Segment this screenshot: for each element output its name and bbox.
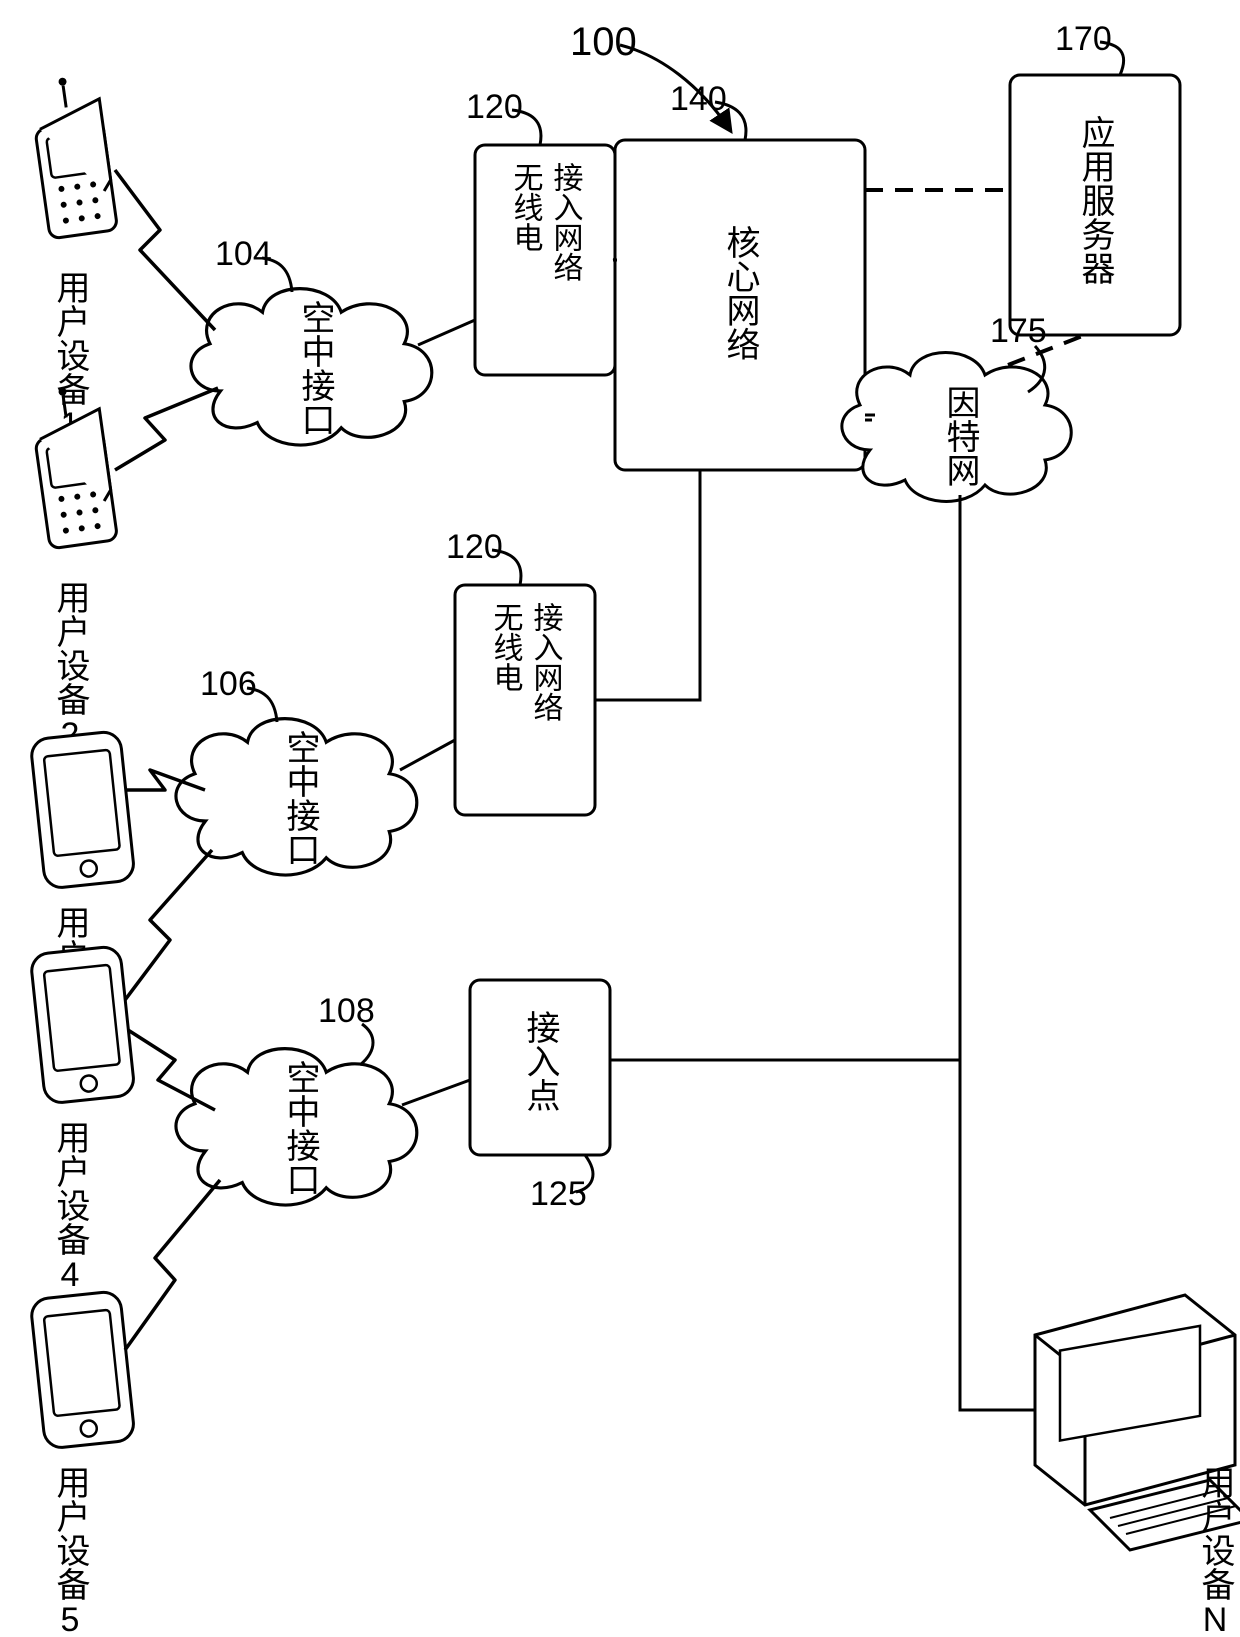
- link-ap-airbot: [402, 1080, 470, 1105]
- app-server-label: 应用服务器: [1076, 115, 1114, 285]
- diagram-canvas: 100 核心网络 140 应用服务器 170 因特网 175 无线电 接入网络 …: [0, 0, 1240, 1637]
- air-mid-ref: 106: [200, 665, 257, 703]
- ue2-label: 用户设备2: [51, 580, 89, 754]
- link-ranmid-airmid: [400, 740, 455, 770]
- internet-cloud: 因特网: [842, 353, 1071, 502]
- ran-top-label-1: 无线电: [509, 162, 543, 252]
- app-server-ref: 170: [1055, 20, 1112, 58]
- ran-mid-ref: 120: [446, 528, 503, 566]
- air-top-label: 空中接口: [296, 300, 335, 436]
- svg-text:无线电: 无线电: [489, 602, 523, 692]
- ue4-label: 用户设备4: [51, 1120, 89, 1294]
- figure-ref: 100: [570, 20, 637, 64]
- ue1-icon: [28, 73, 117, 239]
- ap-box: 接入点 125: [470, 980, 610, 1213]
- rf-ue2: [115, 388, 218, 470]
- ran-top-box: 无线电 接入网络 120: [466, 88, 615, 375]
- ueN-label: 用户设备N: [1196, 1465, 1234, 1637]
- ap-label: 接入点: [521, 1010, 560, 1112]
- ue5-icon: [30, 1291, 135, 1450]
- air-bot-label: 空中接口: [281, 1060, 320, 1196]
- air-top-ref: 104: [215, 235, 272, 273]
- rf-ue4: [125, 850, 212, 1000]
- link-core-ranmid: [595, 470, 700, 700]
- air-bot-ref: 108: [318, 992, 375, 1030]
- app-server-box: 应用服务器 170: [1010, 20, 1180, 335]
- rf-ue1: [115, 170, 215, 330]
- ue3-icon: [30, 731, 135, 890]
- ue5-label: 用户设备5: [51, 1465, 89, 1637]
- ran-top-ref: 120: [466, 88, 523, 126]
- ap-ref: 125: [530, 1175, 587, 1213]
- internet-label: 因特网: [941, 385, 979, 487]
- backbone-internet: [960, 495, 1060, 1410]
- air-mid-label: 空中接口: [281, 730, 320, 866]
- core-network-label: 核心网络: [721, 225, 759, 361]
- svg-text:接入网络: 接入网络: [529, 602, 564, 722]
- internet-ref: 175: [990, 312, 1047, 350]
- ran-top-label-2: 接入网络: [549, 162, 584, 282]
- ue4-icon: [30, 946, 135, 1105]
- ran-mid-box: 无线电 接入网络 120: [446, 528, 595, 815]
- core-network-ref: 140: [670, 80, 727, 118]
- core-network-box: 核心网络 140: [615, 80, 865, 470]
- rf-ue5: [125, 1180, 220, 1350]
- link-ran-air-top: [418, 320, 475, 345]
